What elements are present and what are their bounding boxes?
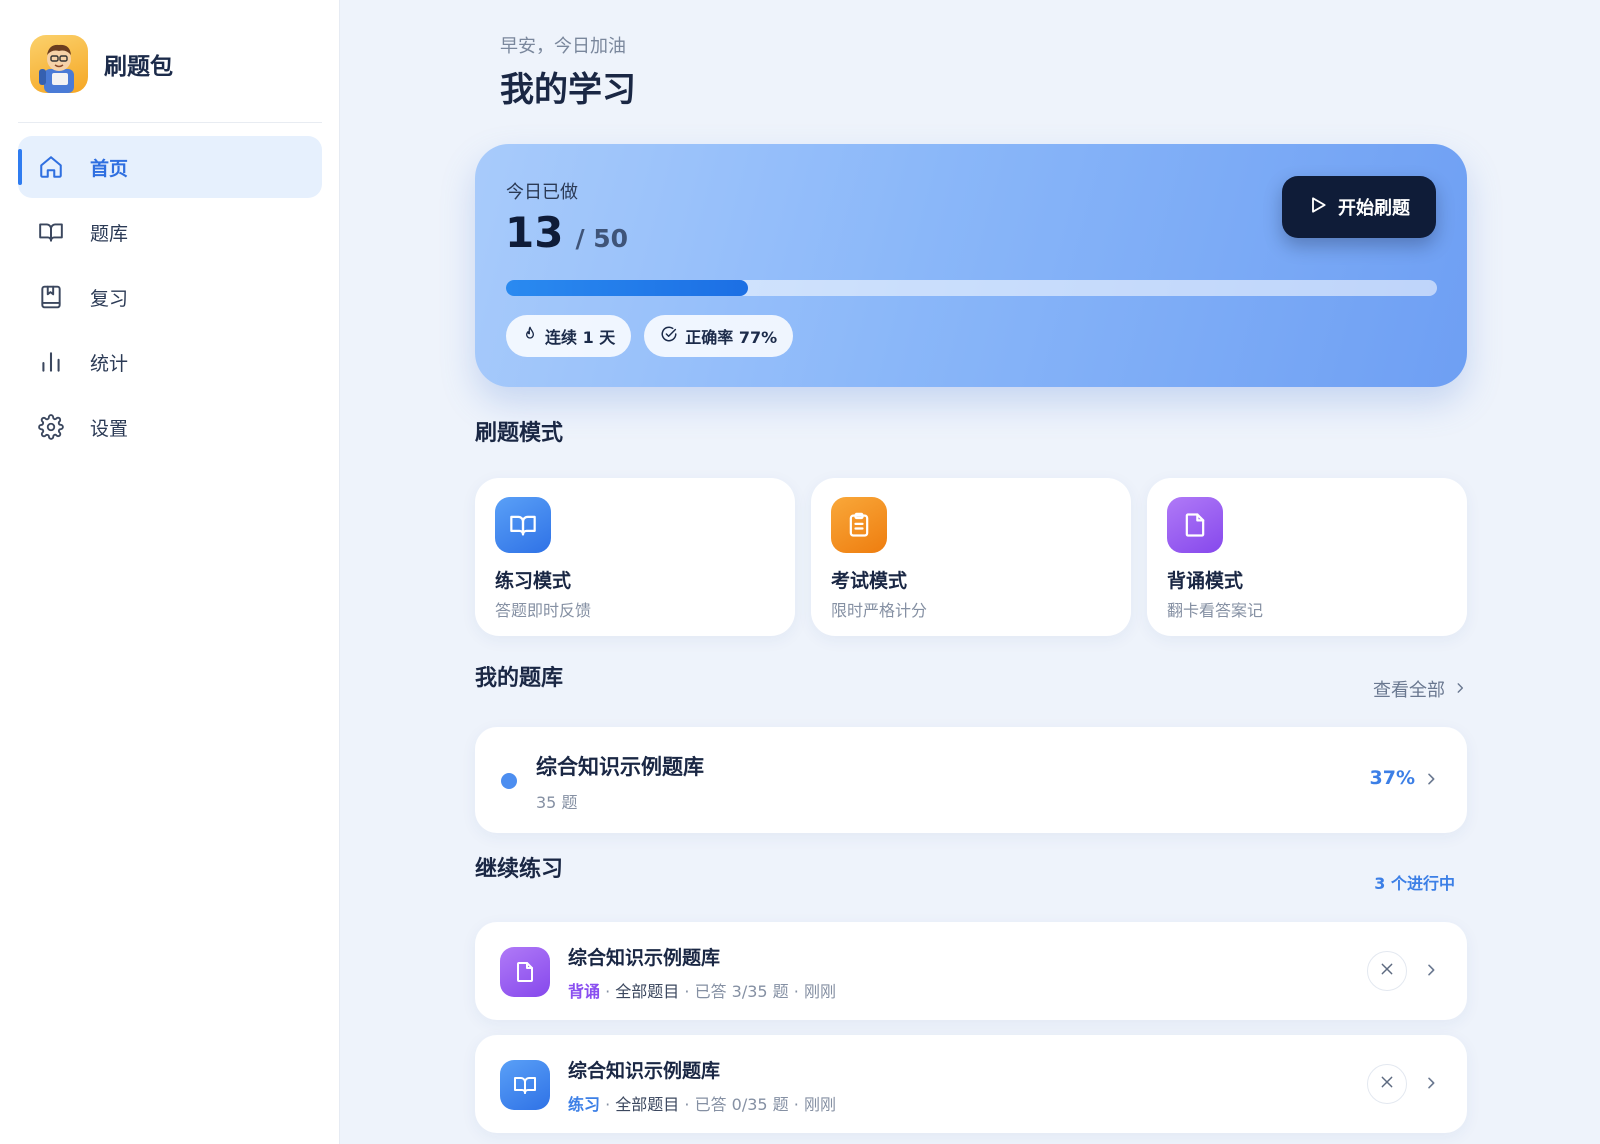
bank-question-count: 35 题 bbox=[536, 793, 578, 812]
today-progress-card: 今日已做 13 / 50 连续 1 天 正确率 77% 开始刷题 bbox=[475, 144, 1467, 387]
sidebar-item-label: 复习 bbox=[90, 287, 129, 310]
bank-progress-percent: 37% bbox=[1369, 767, 1415, 789]
app-logo bbox=[30, 35, 88, 93]
accuracy-text: 正确率 77% bbox=[685, 328, 778, 347]
start-practice-button[interactable]: 开始刷题 bbox=[1282, 176, 1436, 238]
home-icon bbox=[38, 154, 64, 180]
continue-answered: 已答 0/35 题 bbox=[694, 1095, 789, 1114]
continue-scope: 全部题目 bbox=[615, 982, 680, 1001]
file-icon bbox=[1167, 497, 1223, 553]
continue-mode-tag: 练习 bbox=[568, 1095, 601, 1114]
accuracy-chip: 正确率 77% bbox=[644, 315, 794, 357]
streak-chip: 连续 1 天 bbox=[506, 315, 632, 357]
today-total-count: / 50 bbox=[575, 224, 629, 253]
today-progress-fill bbox=[506, 280, 749, 296]
gear-icon bbox=[38, 414, 64, 440]
view-all-link[interactable]: 查看全部 bbox=[1373, 676, 1467, 702]
sidebar-item-label: 设置 bbox=[90, 417, 129, 440]
sidebar-item-label: 首页 bbox=[90, 157, 129, 180]
continue-answered: 已答 3/35 题 bbox=[694, 982, 789, 1001]
chevron-right-icon bbox=[1453, 679, 1467, 700]
main-content: 早安，今日加油 我的学习 今日已做 13 / 50 连续 1 天 正确率 77%… bbox=[340, 0, 1600, 1144]
play-icon bbox=[1308, 195, 1328, 219]
book-open-icon bbox=[495, 497, 551, 553]
today-done-count: 13 bbox=[505, 208, 564, 257]
mode-name: 背诵模式 bbox=[1167, 570, 1244, 592]
continue-item[interactable]: 综合知识示例题库 背诵 · 全部题目 · 已答 3/35 题 · 刚刚 bbox=[475, 922, 1467, 1020]
remove-continue-button[interactable] bbox=[1367, 951, 1407, 991]
bank-card[interactable]: 综合知识示例题库 35 题 37% bbox=[475, 727, 1467, 833]
clipboard-icon bbox=[831, 497, 887, 553]
continue-scope: 全部题目 bbox=[615, 1095, 680, 1114]
sidebar-item-banks[interactable]: 题库 bbox=[18, 201, 322, 263]
chevron-right-icon bbox=[1423, 962, 1439, 982]
file-icon bbox=[500, 947, 550, 997]
modes-section-title: 刷题模式 bbox=[475, 421, 564, 446]
sidebar-item-label: 统计 bbox=[90, 352, 129, 375]
continue-meta: 背诵 · 全部题目 · 已答 3/35 题 · 刚刚 bbox=[568, 978, 836, 1002]
continue-mode-tag: 背诵 bbox=[568, 982, 601, 1001]
mode-name: 考试模式 bbox=[831, 570, 908, 592]
continue-section-title: 继续练习 bbox=[475, 857, 564, 882]
greeting-text: 早安，今日加油 bbox=[500, 36, 626, 57]
mode-card-practice[interactable]: 练习模式 答题即时反馈 bbox=[475, 478, 795, 636]
continue-time: 刚刚 bbox=[803, 982, 836, 1001]
sidebar-item-home[interactable]: 首页 bbox=[18, 136, 322, 198]
mode-list: 练习模式 答题即时反馈 考试模式 限时严格计分 背诵模式 翻卡看答案记 bbox=[475, 478, 1467, 636]
start-practice-label: 开始刷题 bbox=[1338, 198, 1410, 219]
check-circle-icon bbox=[660, 325, 678, 347]
bank-name: 综合知识示例题库 bbox=[536, 755, 704, 779]
remove-continue-button[interactable] bbox=[1367, 1064, 1407, 1104]
banks-section-title: 我的题库 bbox=[475, 666, 564, 691]
today-count: 13 / 50 bbox=[505, 208, 628, 257]
bookmark-book-icon bbox=[38, 284, 64, 310]
flame-icon bbox=[522, 326, 538, 346]
sidebar-item-label: 题库 bbox=[90, 222, 129, 245]
continue-item[interactable]: 综合知识示例题库 练习 · 全部题目 · 已答 0/35 题 · 刚刚 bbox=[475, 1035, 1467, 1133]
today-progress-bar bbox=[506, 280, 1437, 296]
sidebar-nav: 首页 题库 复习 统计 设置 bbox=[18, 136, 322, 461]
mode-description: 限时严格计分 bbox=[831, 601, 928, 620]
sidebar-item-review[interactable]: 复习 bbox=[18, 266, 322, 328]
continue-meta: 练习 · 全部题目 · 已答 0/35 题 · 刚刚 bbox=[568, 1091, 836, 1115]
mode-name: 练习模式 bbox=[495, 570, 572, 592]
mode-description: 翻卡看答案记 bbox=[1167, 601, 1264, 620]
chevron-right-icon bbox=[1423, 771, 1439, 791]
today-label: 今日已做 bbox=[506, 182, 578, 203]
close-icon bbox=[1379, 1074, 1395, 1094]
mode-description: 答题即时反馈 bbox=[495, 601, 592, 620]
sidebar-item-stats[interactable]: 统计 bbox=[18, 331, 322, 393]
meta-separator: · bbox=[600, 982, 616, 1001]
view-all-label: 查看全部 bbox=[1373, 680, 1445, 701]
sidebar-divider bbox=[18, 122, 322, 123]
today-stats-chips: 连续 1 天 正确率 77% bbox=[506, 315, 806, 357]
bar-chart-icon bbox=[38, 349, 64, 375]
book-open-icon bbox=[500, 1060, 550, 1110]
streak-text: 连续 1 天 bbox=[545, 328, 616, 347]
sidebar-item-settings[interactable]: 设置 bbox=[18, 396, 322, 458]
sidebar: 刷题包 首页 题库 复习 统计 设置 bbox=[0, 0, 340, 1144]
continue-bank-name: 综合知识示例题库 bbox=[568, 1060, 721, 1082]
mode-card-recite[interactable]: 背诵模式 翻卡看答案记 bbox=[1147, 478, 1467, 636]
meta-separator: · bbox=[788, 982, 804, 1001]
continue-time: 刚刚 bbox=[803, 1095, 836, 1114]
brand[interactable]: 刷题包 bbox=[30, 35, 173, 93]
in-progress-count: 3 个进行中 bbox=[1374, 874, 1455, 893]
bank-status-dot bbox=[501, 773, 517, 789]
meta-separator: · bbox=[788, 1095, 804, 1114]
book-open-icon bbox=[38, 219, 64, 245]
mode-card-exam[interactable]: 考试模式 限时严格计分 bbox=[811, 478, 1131, 636]
meta-separator: · bbox=[600, 1095, 616, 1114]
chevron-right-icon bbox=[1423, 1075, 1439, 1095]
close-icon bbox=[1379, 961, 1395, 981]
app-name: 刷题包 bbox=[104, 54, 173, 80]
meta-separator: · bbox=[679, 982, 695, 1001]
continue-bank-name: 综合知识示例题库 bbox=[568, 947, 721, 969]
meta-separator: · bbox=[679, 1095, 695, 1114]
page-title: 我的学习 bbox=[500, 70, 636, 110]
